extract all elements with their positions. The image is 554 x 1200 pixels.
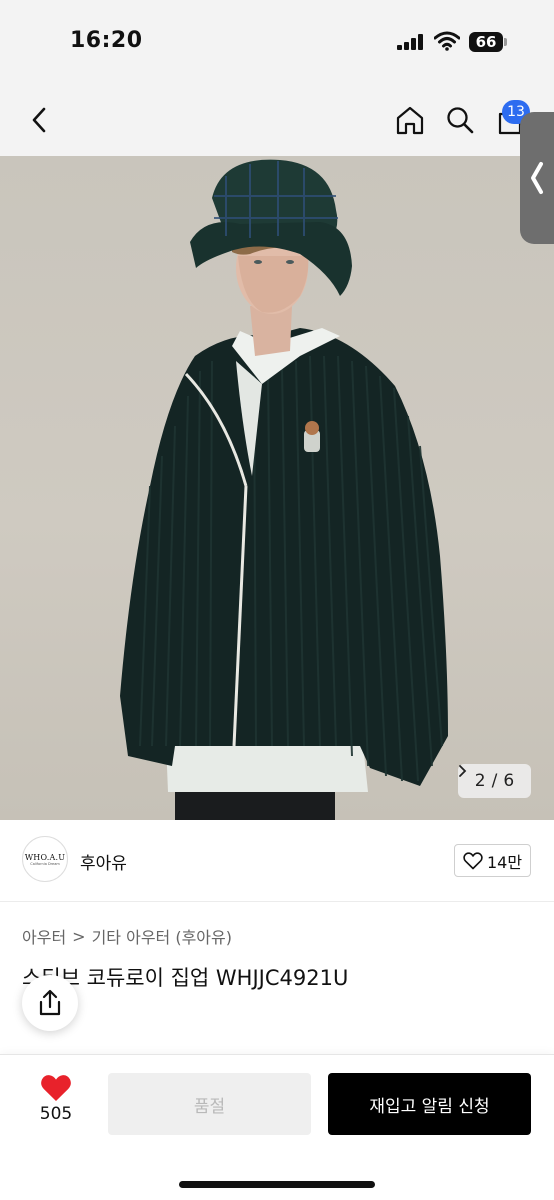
- brand-row: WHO.A.U California Dream 후아유 14만: [0, 820, 554, 902]
- page-current: 2: [474, 771, 486, 791]
- chevron-right-icon: [459, 765, 467, 777]
- page-total: 6: [503, 771, 515, 791]
- breadcrumb: 아우터 > 기타 아우터 (후아유): [22, 924, 232, 948]
- wish-count: 505: [39, 1104, 73, 1124]
- home-button[interactable]: [390, 100, 430, 140]
- heart-filled-icon: [41, 1075, 71, 1101]
- share-icon: [39, 989, 61, 1016]
- wifi-icon: [433, 31, 461, 51]
- status-time: 16:20: [70, 28, 143, 53]
- back-button[interactable]: [20, 100, 60, 140]
- page-separator: /: [491, 771, 498, 791]
- brand-logo-text: WHO.A.U: [24, 852, 66, 862]
- side-panel-toggle[interactable]: [520, 112, 554, 244]
- search-button[interactable]: [440, 100, 480, 140]
- share-button[interactable]: [22, 975, 78, 1031]
- brand-logo[interactable]: WHO.A.U California Dream: [22, 836, 68, 882]
- battery-icon: 66: [469, 32, 507, 52]
- battery-level: 66: [469, 32, 503, 52]
- wish-button[interactable]: 505: [28, 1074, 84, 1134]
- search-icon: [447, 107, 474, 134]
- brand-name[interactable]: 후아유: [80, 849, 127, 874]
- brand-logo-subtext: California Dream: [30, 861, 60, 866]
- brand-like-count: 14만: [486, 852, 523, 872]
- breadcrumb-subcategory[interactable]: 기타 아우터 (후아유): [92, 924, 232, 948]
- chevron-left-icon: [531, 162, 543, 194]
- restock-alert-button[interactable]: 재입고 알림 신청: [328, 1073, 531, 1135]
- breadcrumb-category[interactable]: 아우터: [22, 924, 66, 948]
- home-icon: [396, 106, 424, 135]
- product-photo: [120, 159, 448, 820]
- cellular-signal-icon: [397, 34, 423, 50]
- breadcrumb-separator: >: [72, 926, 86, 946]
- brand-like-button[interactable]: 14만: [454, 844, 531, 877]
- nav-header: [0, 84, 554, 156]
- image-page-indicator[interactable]: 2 / 6: [458, 764, 531, 798]
- product-image[interactable]: 2 / 6: [0, 156, 554, 820]
- status-bar: 16:20 66: [0, 0, 554, 84]
- soldout-button[interactable]: 품절: [108, 1073, 311, 1135]
- heart-outline-icon: [463, 851, 483, 869]
- home-indicator[interactable]: [179, 1181, 375, 1188]
- chevron-left-icon: [32, 107, 46, 133]
